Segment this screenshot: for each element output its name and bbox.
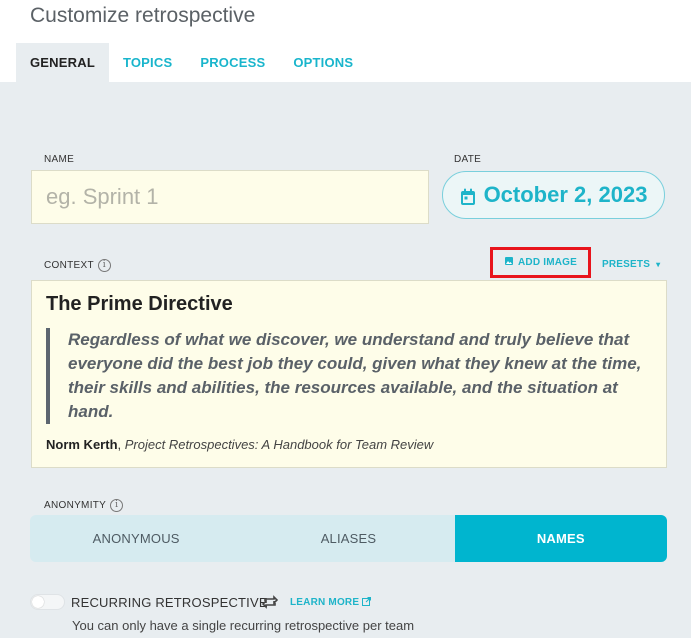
info-icon[interactable]: i [97, 259, 111, 272]
dialog-header: Customize retrospective GENERAL TOPICS P… [0, 0, 691, 82]
context-editor[interactable]: The Prime Directive Regardless of what w… [31, 280, 667, 468]
add-image-button[interactable]: ADD IMAGE [490, 247, 591, 278]
context-label: CONTEXT [44, 260, 94, 272]
tab-bar: GENERAL TOPICS PROCESS OPTIONS [16, 43, 367, 82]
anonymity-label: ANONYMITY [44, 500, 107, 512]
learn-more-link[interactable]: LEARN MORE [290, 597, 372, 608]
date-label: DATE [454, 154, 482, 165]
name-input[interactable]: eg. Sprint 1 [31, 170, 429, 224]
caret-down-icon: ▾ [656, 260, 661, 269]
external-link-icon [362, 597, 372, 608]
page-title: Customize retrospective [30, 4, 256, 27]
anonymity-option-aliases[interactable]: ALIASES [242, 515, 454, 562]
recurring-note: You can only have a single recurring ret… [72, 618, 415, 633]
anonymity-option-anonymous[interactable]: ANONYMOUS [30, 515, 242, 562]
context-heading: The Prime Directive [46, 293, 233, 315]
context-label-row: CONTEXT i [44, 259, 111, 272]
citation-source: Project Retrospectives: A Handbook for T… [124, 437, 434, 452]
date-value: October 2, 2023 [483, 182, 648, 207]
repeat-icon [261, 595, 279, 614]
anonymity-label-row: ANONYMITY i [44, 499, 124, 512]
presets-dropdown[interactable]: PRESETS ▾ [602, 259, 660, 270]
tab-general[interactable]: GENERAL [16, 43, 109, 82]
anonymity-option-names[interactable]: NAMES [454, 515, 667, 562]
context-citation: Norm Kerth, Project Retrospectives: A Ha… [46, 437, 434, 452]
anonymity-selector: ANONYMOUS ALIASES NAMES [30, 515, 667, 562]
presets-label: PRESETS [602, 259, 651, 270]
tab-options[interactable]: OPTIONS [279, 43, 367, 82]
calendar-icon [460, 186, 476, 205]
add-image-label: ADD IMAGE [517, 257, 578, 268]
recurring-toggle[interactable] [30, 594, 65, 610]
name-label: NAME [44, 154, 75, 165]
context-quote: Regardless of what we discover, we under… [46, 328, 646, 424]
tab-process[interactable]: PROCESS [186, 43, 279, 82]
date-picker-button[interactable]: October 2, 2023 [442, 171, 665, 219]
recurring-label: RECURRING RETROSPECTIVE [71, 595, 268, 610]
citation-author: Norm Kerth [46, 437, 118, 452]
image-icon [504, 256, 514, 269]
learn-more-label: LEARN MORE [290, 597, 360, 608]
info-icon[interactable]: i [110, 499, 124, 512]
tab-topics[interactable]: TOPICS [109, 43, 186, 82]
